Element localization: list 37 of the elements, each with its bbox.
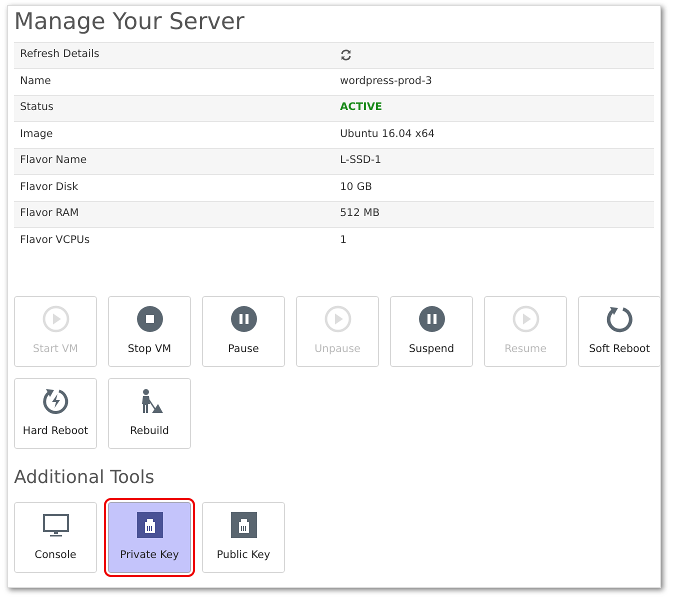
network-port-icon [136,511,164,540]
play-icon [42,304,70,333]
monitor-icon [42,511,70,540]
play-icon [512,304,540,333]
section-heading: Additional Tools [14,466,156,488]
page-title: Manage Your Server [14,9,246,37]
tool-button[interactable]: Public Key [202,502,285,574]
detail-value: 1 [340,234,347,246]
network-port-icon [230,511,258,540]
detail-value: wordpress-prod-3 [340,74,432,87]
detail-label: Image [19,126,54,142]
detail-label: Refresh Details [19,47,100,62]
detail-label: Flavor VCPUs [19,232,91,248]
tool-button[interactable]: Console [14,502,97,574]
detail-value: 10 GB [340,180,372,193]
action-button[interactable]: Pause [202,296,285,367]
detail-label: Flavor Disk [19,180,80,195]
reboot-icon [606,304,634,333]
status-value: ACTIVE [340,101,382,114]
detail-label: Flavor Name [19,153,88,168]
pause-icon [418,304,446,333]
detail-label: Status [19,100,54,116]
refresh-icon[interactable] [340,48,352,61]
play-icon [324,304,352,333]
detail-value: 512 MB [340,207,380,220]
stop-icon [136,304,164,333]
action-button[interactable]: Suspend [390,296,473,367]
pause-icon [230,304,258,333]
hard-reboot-icon [42,386,70,415]
action-button[interactable]: Soft Reboot [578,296,661,367]
action-button[interactable]: Rebuild [108,378,191,449]
detail-value: Ubuntu 16.04 x64 [340,128,435,140]
detail-value: L-SSD-1 [340,154,382,166]
detail-label: Name [19,74,52,89]
action-button[interactable]: Stop VM [108,296,191,367]
action-button[interactable]: Hard Reboot [14,378,97,449]
detail-label: Flavor RAM [19,206,80,222]
